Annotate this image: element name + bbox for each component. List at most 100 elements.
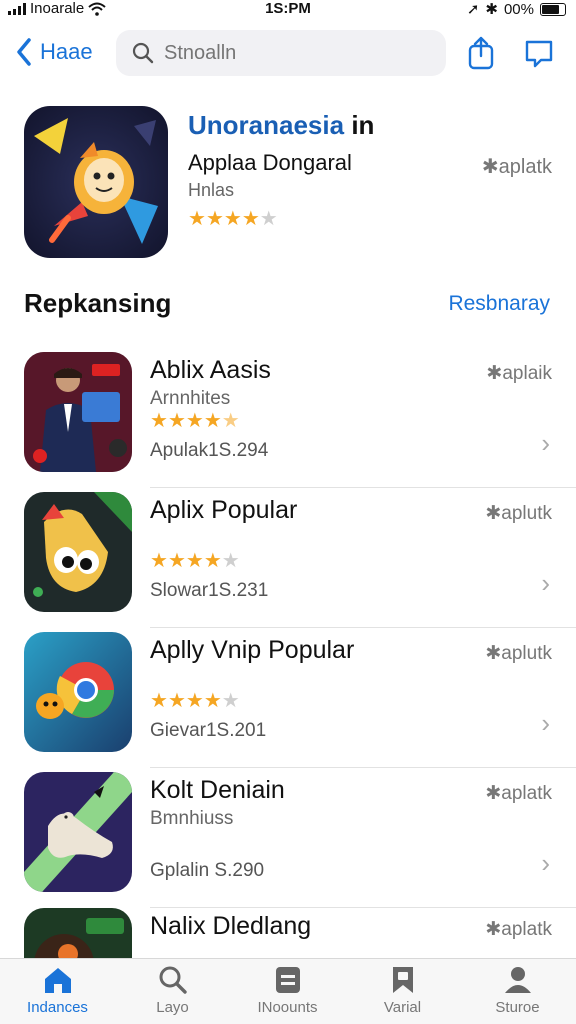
star-icon: ★ [150,550,168,572]
app-get-button[interactable]: ✱aplatk [485,782,552,805]
app-rating: ★★★★★ [150,688,240,713]
section-see-all-link[interactable]: Resbnaray [448,292,550,316]
list-item[interactable]: Kolt Deniain Bmnhiuss Gplalin S.290 ✱apl… [0,768,576,908]
navigation-bar: Haae [0,28,576,80]
cloud-download-icon: ✱ [486,363,503,384]
star-icon: ★ [203,550,222,572]
bookmark-icon [392,967,413,993]
star-icon: ★ [221,410,240,432]
featured-rating: ★★★★★ [188,206,278,231]
featured-app[interactable]: Unoranaesia in Applaa Dongaral Hnlas ★★★… [24,106,560,262]
app-title: Kolt Deniain [150,776,285,804]
star-icon: ★ [241,208,260,230]
chevron-right-icon: › [541,428,550,458]
share-icon [468,36,494,70]
app-meta: Slowar1S.231 [150,580,269,601]
app-get-label: aplatk [501,919,552,940]
app-get-label: aplutk [501,643,552,664]
star-icon: ★ [150,690,168,712]
star-icon: ★ [205,208,224,230]
list-item[interactable]: Ablix Aasis Arnnhites ★★★★★ Apulak1S.294… [0,348,576,488]
app-icon [24,632,132,752]
app-get-button[interactable]: ✱aplutk [485,502,552,525]
star-icon: ★ [167,690,186,712]
search-bar[interactable] [116,30,446,76]
app-rating: ★★★★★ [150,408,240,433]
list-item[interactable]: Aplix Popular ★★★★★ Slowar1S.231 ✱aplutk… [0,488,576,628]
featured-app-icon [24,106,168,258]
location-icon: ➚ [466,1,480,18]
star-icon: ★ [185,550,204,572]
chevron-right-icon: › [541,568,550,598]
featured-subtitle: Applaa Dongaral [188,150,352,175]
star-icon: ★ [203,690,222,712]
bluetooth-icon: ✱ [485,1,498,18]
message-button[interactable] [524,36,556,70]
app-title: Ablix Aasis [150,356,271,384]
section-title: Repkansing [24,288,172,318]
app-title: Nalix Dledlang [150,912,312,940]
star-icon: ★ [167,550,186,572]
cloud-download-icon: ✱ [485,783,502,804]
featured-get-label: aplatk [498,156,552,178]
message-icon [525,40,553,68]
cloud-download-icon: ✱ [485,503,502,524]
tab-apps[interactable]: INoounts [230,965,345,1016]
featured-get-button[interactable]: ✱aplatk [482,154,552,179]
back-button[interactable]: Haae [16,38,93,66]
star-icon: ★ [167,410,186,432]
search-icon [159,966,187,994]
tab-label: INoounts [257,999,318,1016]
app-get-button[interactable]: ✱aplutk [485,642,552,665]
star-icon: ★ [221,550,240,572]
battery-percent: 00% [503,0,534,18]
app-meta: Gievar1S.201 [150,720,267,741]
star-icon: ★ [185,690,204,712]
tab-profile[interactable]: Sturoe [460,965,575,1016]
person-icon [504,967,531,993]
search-input[interactable] [164,41,424,65]
list-item[interactable]: Aplly Vnip Popular ★★★★★ Gievar1S.201 ✱a… [0,628,576,768]
cloud-download-icon: ✱ [485,643,502,664]
star-icon: ★ [185,410,204,432]
app-meta: Gplalin S.290 [150,860,265,881]
status-right: ➚ ✱ 00% [467,0,566,18]
tab-label: Sturoe [495,999,540,1016]
app-get-label: aplaik [502,363,552,384]
featured-title: Unoranaesia in [188,110,374,141]
app-title: Aplix Popular [150,496,298,524]
stack-icon [275,967,300,993]
star-icon: ★ [223,208,242,230]
star-icon: ★ [188,208,206,230]
star-icon: ★ [150,410,168,432]
cloud-download-icon: ✱ [485,919,502,940]
star-icon: ★ [203,410,222,432]
search-icon [132,42,154,64]
app-get-button[interactable]: ✱aplaik [486,362,552,385]
app-meta: Apulak1S.294 [150,440,269,461]
tab-label: Indances [27,999,88,1016]
tab-arcade[interactable]: Varial [345,965,460,1016]
back-label: Haae [40,39,93,64]
tab-today[interactable]: Indances [0,965,115,1016]
chevron-right-icon: › [541,848,550,878]
battery-icon [540,2,566,16]
share-button[interactable] [466,36,498,70]
featured-title-text: Unoranaesia [188,110,345,140]
tab-label: Layo [156,999,189,1016]
app-icon [24,772,132,892]
star-icon: ★ [259,208,278,230]
tab-search[interactable]: Layo [115,965,230,1016]
featured-title-suffix: in [351,110,375,140]
app-title: Aplly Vnip Popular [150,636,355,664]
featured-category: Hnlas [188,180,235,200]
chevron-right-icon: › [541,708,550,738]
app-subtitle: Bmnhiuss [150,808,234,829]
app-get-label: aplatk [501,783,552,804]
chevron-left-icon [17,38,31,66]
star-icon: ★ [221,690,240,712]
app-get-button[interactable]: ✱aplatk [485,918,552,941]
home-icon [44,968,71,993]
app-subtitle: Arnnhites [150,388,231,409]
app-icon [24,352,132,472]
